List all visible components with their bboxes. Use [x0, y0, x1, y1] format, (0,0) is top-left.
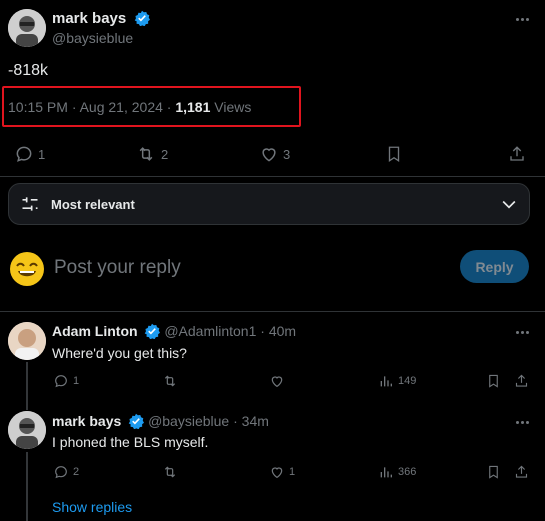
reply-action[interactable]: 2	[53, 464, 79, 480]
author-name[interactable]: mark bays	[52, 10, 126, 27]
like-count: 3	[283, 146, 291, 162]
reply-count: 1	[38, 146, 46, 162]
like-action[interactable]	[269, 373, 289, 389]
reply-author-handle[interactable]: @Adamlinton1	[164, 323, 256, 339]
divider	[0, 311, 545, 312]
views-bar-chart-icon	[380, 467, 392, 478]
reply-icon	[55, 375, 67, 388]
reply-action[interactable]: 1	[53, 373, 79, 389]
bookmark-action[interactable]	[486, 464, 501, 480]
reply-time[interactable]: · 40m	[256, 323, 296, 339]
retweet-action[interactable]	[161, 464, 183, 480]
bookmark-icon	[388, 146, 400, 163]
share-icon	[510, 146, 524, 161]
bookmark-icon	[489, 374, 498, 388]
author-header: mark bays	[52, 10, 150, 28]
retweet-action[interactable]: 2	[135, 144, 168, 164]
retweet-icon	[164, 375, 176, 387]
reply-author-name[interactable]: mark bays	[52, 413, 121, 429]
views-bar-chart-icon	[380, 376, 392, 387]
heart-icon	[271, 376, 283, 388]
reply-time[interactable]: · 34m	[229, 413, 269, 429]
reply-avatar[interactable]	[8, 411, 46, 449]
views-count: 366	[398, 466, 417, 478]
thread-line	[26, 362, 28, 410]
views-count: 149	[398, 375, 417, 387]
reply-author-name[interactable]: Adam Linton	[52, 323, 138, 339]
reply-input[interactable]: Post your reply	[54, 257, 181, 279]
like-action[interactable]: 3	[259, 144, 290, 164]
retweet-action[interactable]	[161, 373, 183, 389]
like-count: 1	[289, 466, 296, 478]
verified-badge-icon	[144, 323, 161, 340]
sort-selector[interactable]: Most relevant	[8, 183, 530, 225]
bookmark-icon	[489, 465, 498, 479]
sliders-icon	[22, 197, 38, 211]
reply-header: mark bays @baysieblue · 34m	[52, 413, 269, 430]
reply-avatar[interactable]	[8, 322, 46, 360]
author-avatar[interactable]	[8, 9, 46, 47]
verified-badge-icon	[134, 10, 150, 27]
heart-icon	[262, 148, 276, 162]
reply-button[interactable]: Reply	[460, 250, 529, 283]
heart-icon	[271, 467, 283, 479]
views-action[interactable]: 366	[378, 464, 416, 480]
share-action[interactable]	[508, 144, 526, 164]
retweet-icon	[139, 147, 153, 161]
share-action[interactable]	[514, 373, 529, 389]
reply-text: I phoned the BLS myself.	[52, 434, 209, 450]
reply-text: Where'd you get this?	[52, 345, 187, 361]
tweet-text: -818k	[8, 62, 49, 79]
reply-icon	[55, 466, 67, 479]
retweet-count: 2	[161, 146, 169, 162]
highlight-annotation	[2, 86, 301, 127]
author-handle[interactable]: @baysieblue	[52, 30, 133, 46]
retweet-icon	[164, 466, 176, 478]
reply-action[interactable]: 1	[14, 144, 45, 164]
share-icon	[515, 374, 528, 387]
share-action[interactable]	[514, 464, 529, 480]
thread-line	[26, 452, 28, 521]
reply-count: 1	[73, 375, 80, 387]
like-action[interactable]: 1	[269, 464, 295, 480]
bookmark-action[interactable]	[385, 144, 403, 164]
reply-header: Adam Linton @Adamlinton1 · 40m	[52, 323, 296, 340]
views-action[interactable]: 149	[378, 373, 416, 389]
more-options-icon[interactable]	[513, 323, 531, 341]
sort-label: Most relevant	[51, 196, 135, 212]
reply-author-handle[interactable]: @baysieblue	[148, 413, 229, 429]
share-icon	[515, 465, 528, 478]
verified-badge-icon	[128, 413, 145, 430]
divider	[0, 176, 545, 177]
user-avatar	[8, 250, 46, 288]
more-options-icon[interactable]	[513, 10, 531, 28]
reply-count: 2	[73, 466, 80, 478]
show-replies-link[interactable]: Show replies	[52, 499, 132, 515]
reply-icon	[16, 146, 32, 162]
chevron-down-icon	[502, 200, 516, 209]
bookmark-action[interactable]	[486, 373, 501, 389]
more-options-icon[interactable]	[513, 413, 531, 431]
